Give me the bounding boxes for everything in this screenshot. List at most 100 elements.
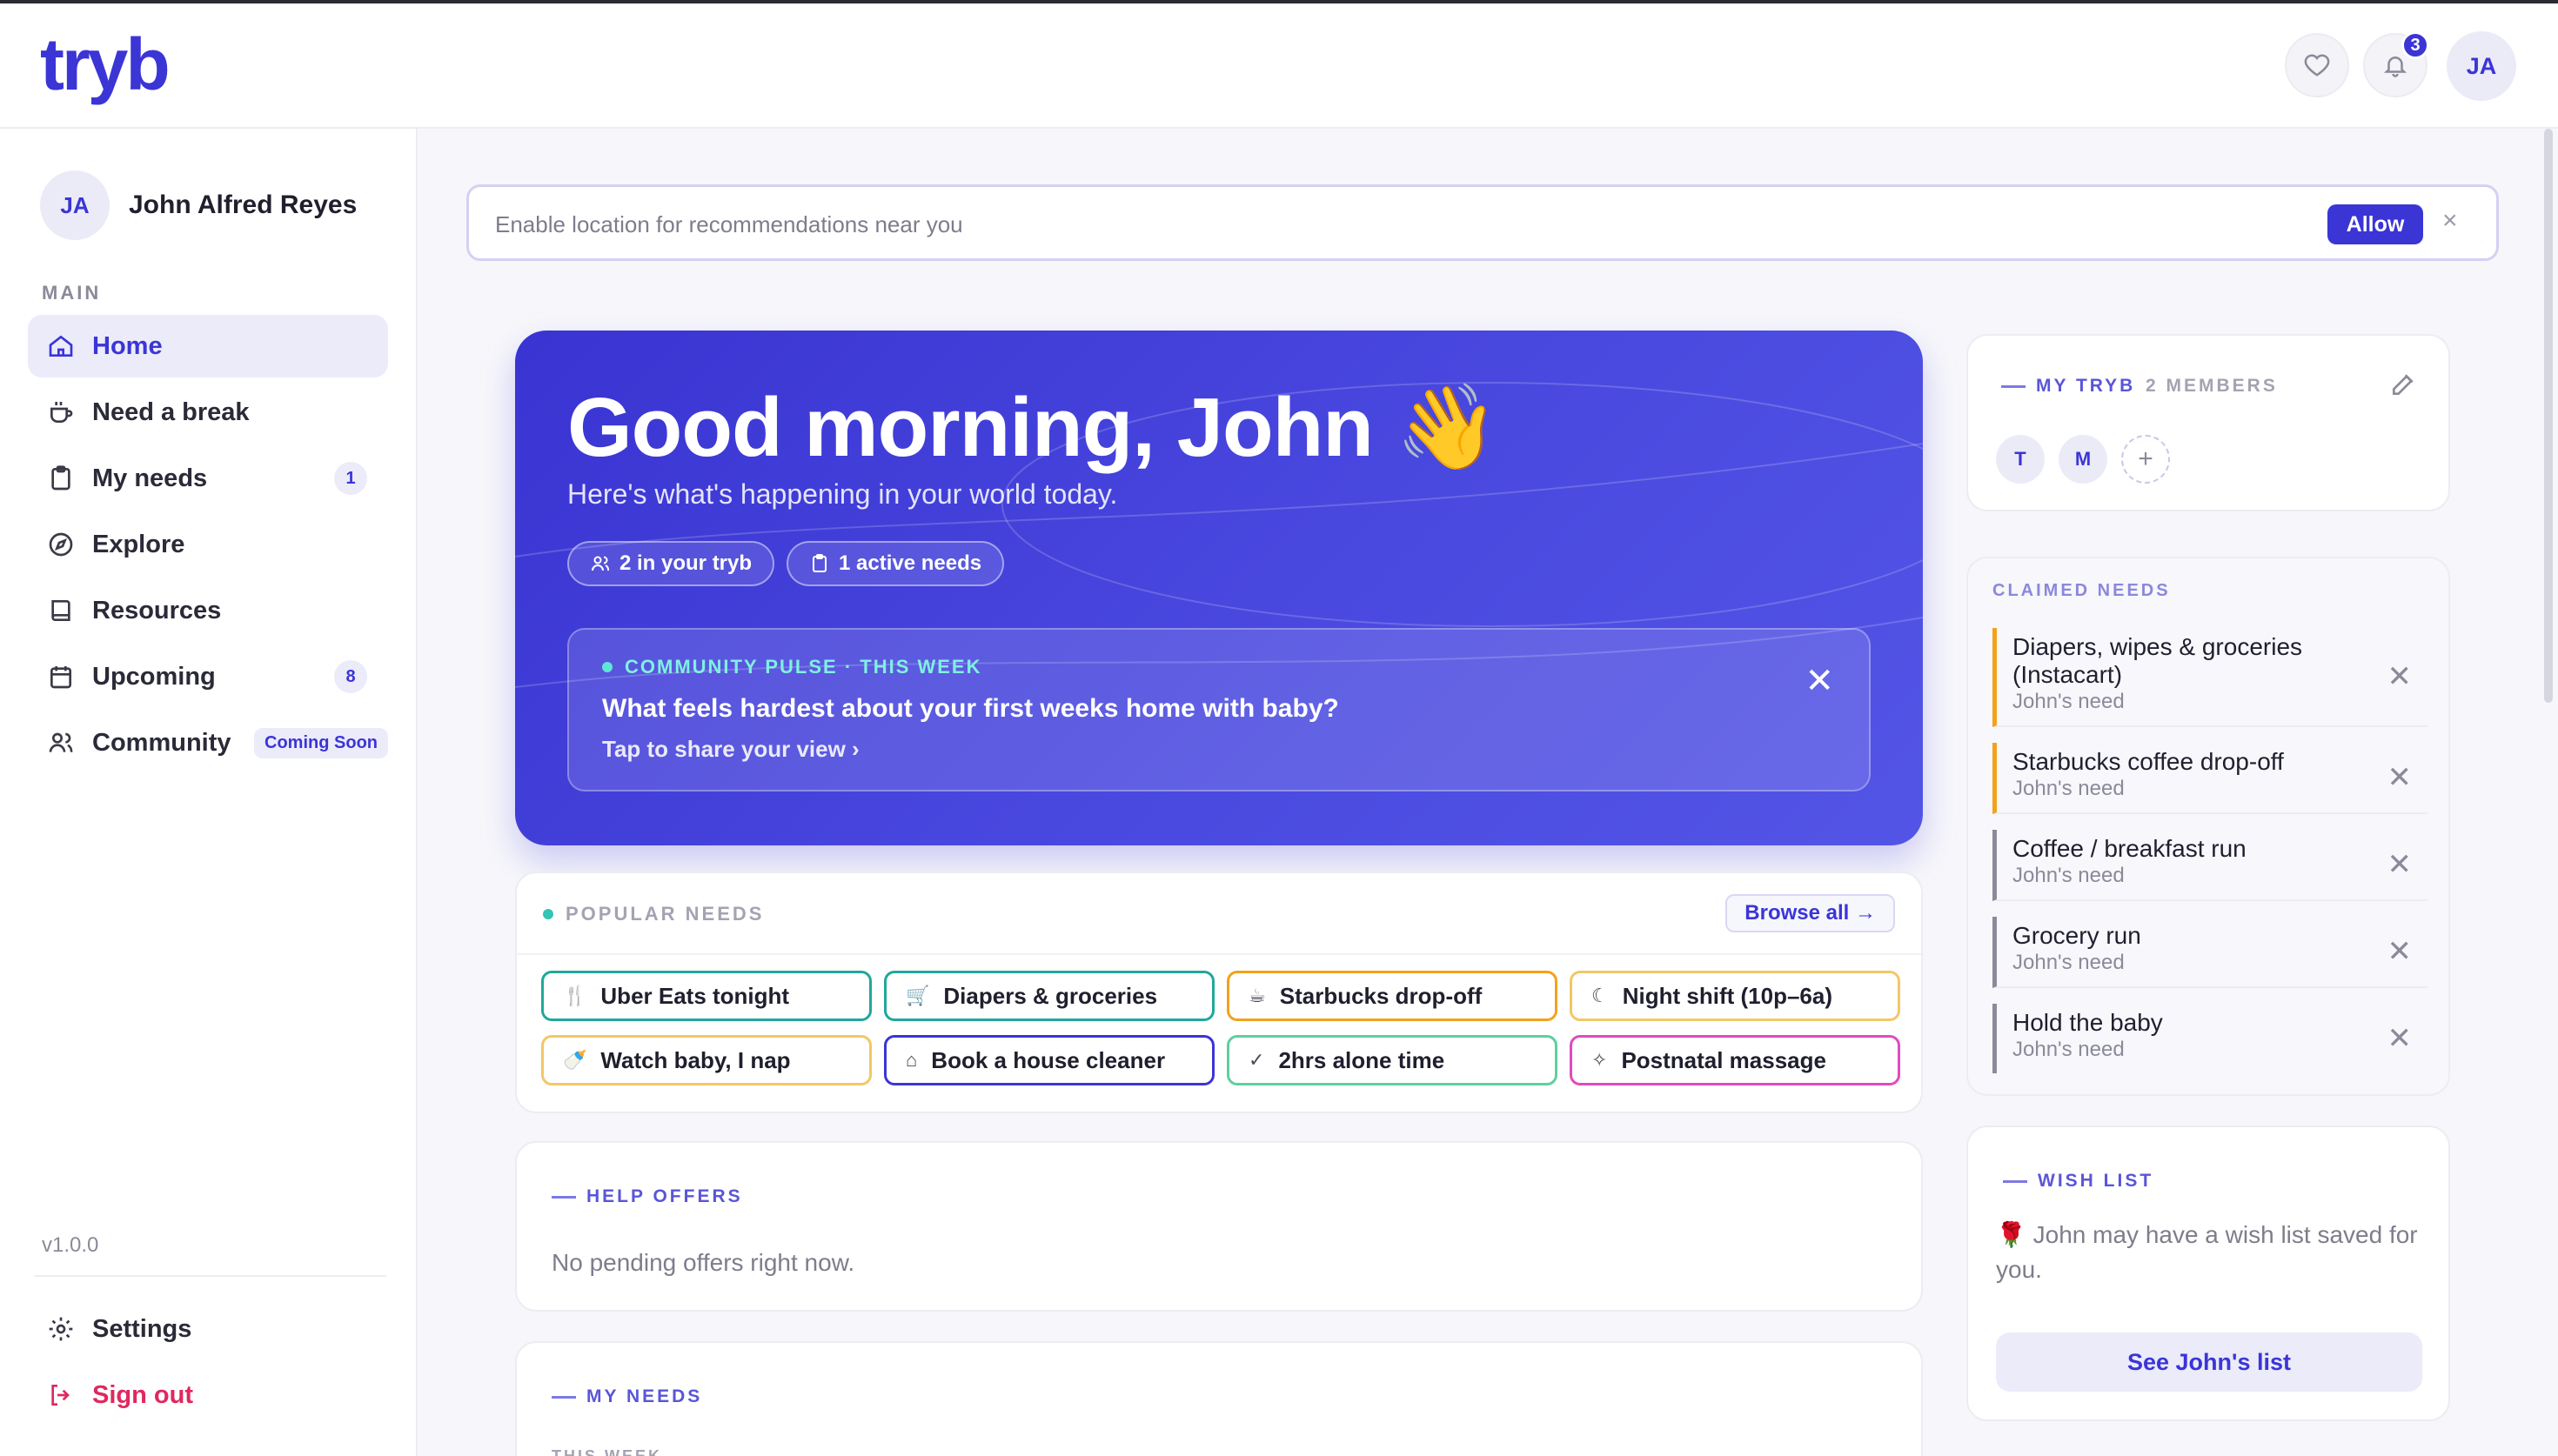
favorites-button[interactable] (2285, 33, 2349, 97)
sidebar-item-need-a-break[interactable]: Need a break (28, 381, 388, 444)
book-icon (51, 600, 70, 621)
my-needs-label: MY NEEDS (552, 1386, 702, 1407)
home-icon (49, 335, 73, 357)
claimed-need-owner: John's need (2012, 777, 2125, 800)
community-pulse-card[interactable]: COMMUNITY PULSE · THIS WEEK What feels h… (567, 628, 1871, 791)
sidebar-item-my-needs[interactable]: My needs 1 (28, 447, 388, 510)
active-needs-chip[interactable]: 1 active needs (787, 541, 1005, 586)
share-view-link[interactable]: Tap to share your view › (602, 736, 860, 763)
close-icon[interactable]: ✕ (2387, 659, 2413, 694)
need-chip-watch-baby[interactable]: 🍼 Watch baby, I nap (541, 1035, 872, 1085)
my-tryb-card: MY TRYB 2 MEMBERS T M + (1966, 334, 2450, 511)
tryb-logo[interactable]: tryb (40, 28, 171, 101)
need-chip-label: Watch baby, I nap (600, 1046, 791, 1073)
see-wish-list-button[interactable]: See John's list (1996, 1332, 2422, 1392)
chip-label: 1 active needs (839, 551, 982, 575)
need-chip-starbucks[interactable]: ☕ Starbucks drop-off (1227, 971, 1557, 1021)
sidebar-item-label: Community (92, 728, 231, 757)
community-pulse-tag: COMMUNITY PULSE · THIS WEEK (602, 656, 982, 678)
member-avatar[interactable]: M (2059, 435, 2107, 484)
close-icon[interactable]: ✕ (1805, 661, 1834, 701)
avatar: JA (40, 170, 110, 240)
list-item[interactable]: Coffee / breakfast run John's need ✕ (1992, 830, 2427, 901)
need-chip-diapers-groceries[interactable]: 🛒 Diapers & groceries (884, 971, 1215, 1021)
sidebar-item-settings[interactable]: Settings (28, 1298, 388, 1360)
notifications-button[interactable]: 3 (2363, 31, 2429, 97)
my-needs-count-badge: 1 (334, 462, 367, 495)
house-icon: ⌂ (906, 1049, 918, 1071)
page-scrollbar[interactable] (2544, 129, 2553, 703)
claimed-need-title: Starbucks coffee drop-off (2012, 748, 2284, 775)
allow-location-button[interactable]: Allow (2327, 204, 2423, 244)
tryb-members-count: 2 MEMBERS (2146, 376, 2278, 396)
need-chip-house-cleaner[interactable]: ⌂ Book a house cleaner (884, 1035, 1215, 1085)
close-icon[interactable]: ✕ (2387, 934, 2413, 969)
close-icon[interactable]: ✕ (2387, 1021, 2413, 1056)
sidebar-item-upcoming[interactable]: Upcoming 8 (28, 645, 388, 708)
user-avatar[interactable]: JA (2447, 31, 2516, 101)
my-tryb-label: MY TRYB (2001, 376, 2135, 397)
cart-icon: 🛒 (906, 985, 930, 1006)
sign-out-icon (51, 1385, 70, 1406)
bell-icon (2383, 57, 2407, 77)
sidebar-section-label: MAIN (42, 282, 102, 304)
chip-label: 2 in your tryb (619, 551, 753, 575)
sidebar-item-sign-out[interactable]: Sign out (28, 1364, 388, 1426)
app-version: v1.0.0 (42, 1233, 99, 1257)
help-offers-card: HELP OFFERS No pending offers right now. (515, 1141, 1923, 1312)
need-chip-label: Night shift (10p–6a) (1622, 982, 1832, 1009)
list-item[interactable]: Diapers, wipes & groceries (Instacart) J… (1992, 628, 2427, 727)
community-pulse-question: What feels hardest about your first week… (602, 694, 1339, 723)
calendar-icon (50, 666, 71, 689)
popular-needs-grid: 🍴 Uber Eats tonight 🛒 Diapers & groceries … (541, 971, 1900, 1085)
claimed-need-owner: John's need (2012, 864, 2125, 887)
need-chip-night-shift[interactable]: ☾ Night shift (10p–6a) (1570, 971, 1900, 1021)
claimed-need-owner: John's need (2012, 1038, 2125, 1061)
claimed-need-title: Hold the baby (2012, 1009, 2163, 1036)
close-icon[interactable]: ✕ (2387, 760, 2413, 795)
popular-needs-card: POPULAR NEEDS Browse all → 🍴 Uber Eats to… (515, 872, 1923, 1113)
settings-label: Settings (92, 1314, 192, 1343)
sidebar-item-label: Upcoming (92, 662, 216, 691)
sidebar-item-home[interactable]: Home (28, 315, 388, 377)
list-item[interactable]: Hold the baby John's need ✕ (1992, 1004, 2427, 1073)
moon-icon: ☾ (1591, 985, 1609, 1006)
sidebar-item-label: Home (92, 331, 163, 360)
utensils-icon: 🍴 (563, 985, 587, 1006)
need-chip-label: Diapers & groceries (943, 982, 1158, 1009)
wish-list-text: 🌹 John may have a wish list saved for yo… (1996, 1221, 2418, 1283)
hero-greeting-card: Good morning, John 👋 Here's what's happe… (515, 331, 1923, 845)
member-avatar[interactable]: T (1996, 435, 2045, 484)
browse-all-button[interactable]: Browse all → (1725, 894, 1895, 932)
sidebar-item-explore[interactable]: Explore (28, 513, 388, 576)
tryb-members-chip[interactable]: 2 in your tryb (567, 541, 775, 586)
add-member-button[interactable]: + (2121, 435, 2170, 484)
user-name: John Alfred Reyes (129, 190, 358, 219)
need-chip-label: Book a house cleaner (931, 1046, 1166, 1073)
stroller-icon: 🍼 (563, 1049, 587, 1071)
sidebar-nav: Home Need a break My needs 1 Explore Res… (28, 315, 388, 778)
popular-needs-header: POPULAR NEEDS Browse all → (517, 873, 1921, 955)
help-offers-empty-text: No pending offers right now. (552, 1249, 855, 1276)
need-chip-postnatal-massage[interactable]: ✧ Postnatal massage (1570, 1035, 1900, 1085)
coffee-icon (50, 402, 73, 423)
wish-list-label: WISH LIST (2003, 1171, 2153, 1192)
need-chip-label: Postnatal massage (1621, 1046, 1826, 1073)
greeting-subtitle: Here's what's happening in your world to… (567, 478, 1118, 510)
close-icon[interactable]: × (2442, 206, 2458, 236)
need-chip-uber-eats[interactable]: 🍴 Uber Eats tonight (541, 971, 872, 1021)
need-chip-alone-time[interactable]: ✓ 2hrs alone time (1227, 1035, 1557, 1085)
wish-list-card: WISH LIST 🌹 John may have a wish list sa… (1966, 1125, 2450, 1421)
need-chip-label: Uber Eats tonight (600, 982, 790, 1009)
sidebar-item-label: Explore (92, 530, 185, 558)
sidebar-bottom-nav: Settings Sign out (28, 1298, 388, 1430)
list-item[interactable]: Starbucks coffee drop-off John's need ✕ (1992, 743, 2427, 814)
edit-icon[interactable] (2389, 371, 2417, 398)
clipboard-icon (813, 554, 827, 572)
sidebar-user[interactable]: JA John Alfred Reyes (40, 170, 357, 240)
notifications-badge: 3 (2401, 31, 2429, 59)
list-item[interactable]: Grocery run John's need ✕ (1992, 917, 2427, 988)
sidebar-item-resources[interactable]: Resources (28, 579, 388, 642)
sidebar-item-community[interactable]: Community Coming Soon (28, 711, 388, 774)
close-icon[interactable]: ✕ (2387, 847, 2413, 882)
